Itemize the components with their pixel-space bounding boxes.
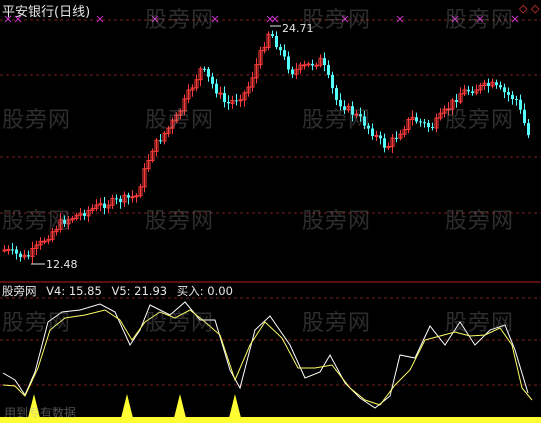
watermark-bottom: 用到专有数据 xyxy=(4,406,77,420)
candle-body xyxy=(495,82,498,86)
candle-body xyxy=(371,128,374,137)
candle-body xyxy=(431,127,434,129)
buy-signal-spike xyxy=(121,394,133,418)
candle-body xyxy=(218,92,223,95)
watermark: 股旁网 xyxy=(445,8,515,33)
candle-body xyxy=(503,87,506,93)
candle-body xyxy=(223,93,226,103)
candle-body xyxy=(499,85,502,88)
candle-body xyxy=(515,98,518,100)
candle-body xyxy=(2,249,7,252)
candle-body xyxy=(423,122,426,124)
watermark: 股旁网 xyxy=(302,8,372,33)
candle-body xyxy=(119,198,122,203)
candle-body xyxy=(238,99,243,102)
candle-body xyxy=(134,195,139,198)
indicator-v5: V5: 21.93 xyxy=(111,284,168,298)
candle-body xyxy=(19,253,22,258)
candle-body xyxy=(383,138,386,148)
candle-body xyxy=(311,63,314,66)
candle-body xyxy=(335,88,338,100)
candle-body xyxy=(511,94,514,99)
candle-body xyxy=(115,198,118,200)
candle-body xyxy=(507,92,510,95)
candle-body xyxy=(291,69,294,75)
candle-body xyxy=(306,63,311,66)
indicator-name: 股旁网 xyxy=(2,284,37,298)
stock-chart-window: 平安银行(日线) ◇ ◇ 24.71 12.48 股旁网 V4: 15.85 V… xyxy=(0,0,541,423)
candle-body xyxy=(487,83,490,86)
candle-body xyxy=(395,137,398,139)
candle-body xyxy=(471,91,474,94)
candle-body xyxy=(415,117,418,122)
watermark: 股旁网 xyxy=(302,108,372,133)
candle-body xyxy=(227,102,230,104)
candle-body xyxy=(314,64,319,67)
candle-body xyxy=(27,255,30,257)
watermark: 股旁网 xyxy=(145,311,215,336)
candle-body xyxy=(379,135,382,139)
buy-signal-spike xyxy=(174,394,186,418)
candle-body xyxy=(103,203,106,208)
watermark: 股旁网 xyxy=(302,311,372,336)
watermark: 股旁网 xyxy=(445,209,515,234)
candle-body xyxy=(279,47,282,51)
candle-body xyxy=(42,240,47,243)
candle-body xyxy=(327,65,330,75)
diamond-icon[interactable]: ◇ xyxy=(531,2,539,15)
candle-body xyxy=(374,134,379,137)
candle-body xyxy=(283,50,286,57)
watermark: 股旁网 xyxy=(145,8,215,33)
candle-body xyxy=(6,248,11,251)
watermark: 股旁网 xyxy=(2,108,72,133)
candle-body xyxy=(215,83,218,94)
watermark: 股旁网 xyxy=(145,108,215,133)
candle-body xyxy=(427,122,430,128)
indicator-v4: V4: 15.85 xyxy=(46,284,102,298)
chart-title: 平安银行(日线) xyxy=(2,5,91,20)
watermark: 股旁网 xyxy=(445,108,515,133)
candle-body xyxy=(331,74,334,89)
candle-body xyxy=(130,196,135,199)
candle-body xyxy=(235,100,238,102)
candle-body xyxy=(419,121,422,123)
candle-body xyxy=(275,35,278,48)
candle-body xyxy=(211,76,214,84)
watermark: 股旁网 xyxy=(302,209,372,234)
indicator-buy: 买入: 0.00 xyxy=(176,284,233,298)
candle-body xyxy=(523,109,526,124)
candle-body xyxy=(323,58,326,66)
low-price-label: 12.48 xyxy=(46,258,78,271)
candle-body xyxy=(287,56,290,70)
candle-body xyxy=(271,34,274,36)
watermark: 股旁网 xyxy=(2,209,72,234)
candle-body xyxy=(159,140,162,142)
candle-body xyxy=(527,123,530,136)
indicator-legend: 股旁网 V4: 15.85 V5: 21.93 买入: 0.00 xyxy=(2,283,239,299)
candle-body xyxy=(83,213,86,216)
watermark: 股旁网 xyxy=(445,311,515,336)
candle-body xyxy=(519,99,522,110)
diamond-icon[interactable]: ◇ xyxy=(519,2,527,15)
buy-signal-spike xyxy=(229,394,241,418)
candle-body xyxy=(467,89,470,92)
watermark: 股旁网 xyxy=(145,209,215,234)
candle-body xyxy=(302,64,307,67)
signal-baseline xyxy=(0,417,541,423)
candle-body xyxy=(15,249,18,254)
candle-body xyxy=(127,195,130,198)
candle-body xyxy=(207,69,210,77)
candle-body xyxy=(11,249,14,251)
candle-body xyxy=(203,68,206,70)
watermark: 股旁网 xyxy=(2,311,72,336)
